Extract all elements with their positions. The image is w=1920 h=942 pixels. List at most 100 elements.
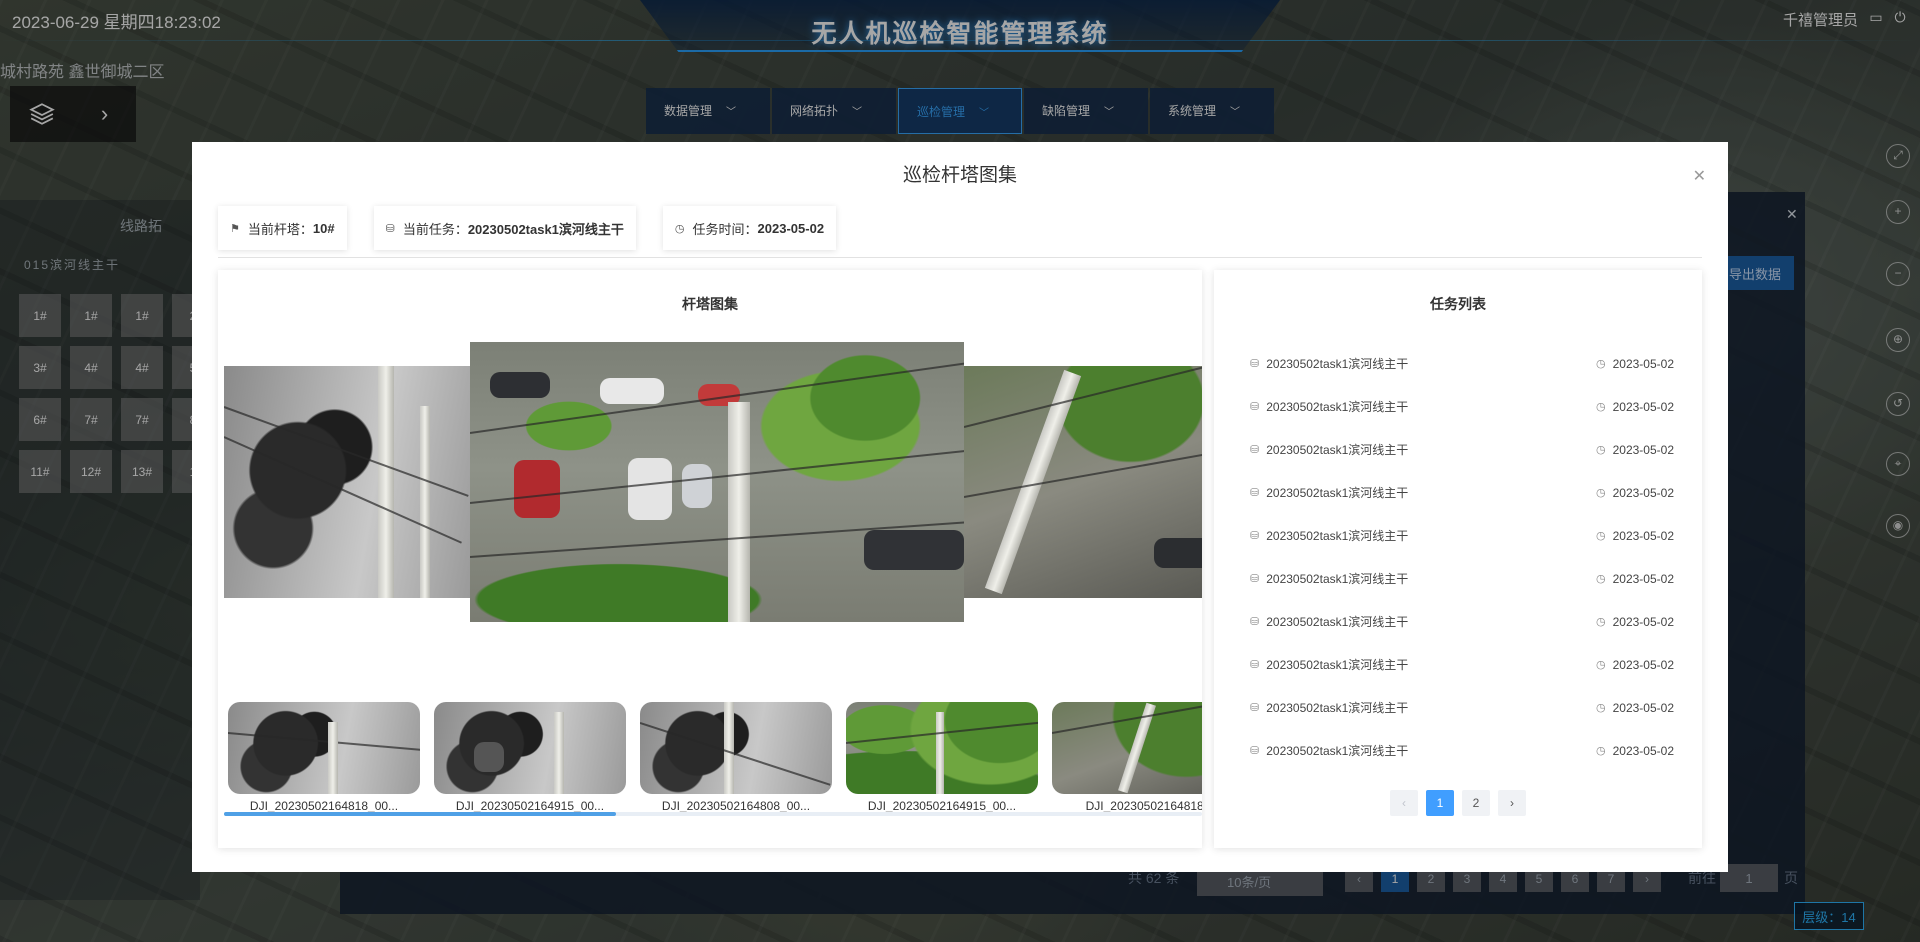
database-icon: ⛁ bbox=[1250, 745, 1260, 757]
task-date: 2023-05-02 bbox=[1612, 700, 1674, 715]
task-name: 20230502task1滨河线主干 bbox=[1266, 400, 1409, 414]
task-row[interactable]: ⛁ 20230502task1滨河线主干 ◷ 2023-05-02 bbox=[1250, 385, 1674, 428]
thumbnail-image bbox=[1052, 702, 1202, 794]
info-tags: ⚑ 当前杆塔： 10# ⛁ 当前任务： 20230502task1滨河线主干 ◷ 任… bbox=[218, 206, 863, 250]
gallery-title: 杆塔图集 bbox=[682, 296, 738, 312]
database-icon: ⛁ bbox=[1250, 530, 1260, 542]
thumbnail-label: DJI_20230502164915_00... bbox=[455, 799, 605, 813]
thumbnail[interactable]: DJI_20230502164818_ bbox=[1052, 702, 1202, 813]
task-row[interactable]: ⛁ 20230502task1滨河线主干 ◷ 2023-05-02 bbox=[1250, 686, 1674, 729]
wire-shape bbox=[640, 722, 831, 786]
task-row[interactable]: ⛁ 20230502task1滨河线主干 ◷ 2023-05-02 bbox=[1250, 514, 1674, 557]
database-icon: ⛁ bbox=[1250, 487, 1260, 499]
task-name: 20230502task1滨河线主干 bbox=[1266, 357, 1409, 371]
car-shape bbox=[474, 742, 504, 772]
tag-value: 2023-05-02 bbox=[757, 220, 825, 236]
next-page-button[interactable]: › bbox=[1498, 790, 1526, 816]
divider bbox=[218, 257, 1702, 258]
thumbnail-image bbox=[640, 702, 832, 794]
task-row[interactable]: ⛁ 20230502task1滨河线主干 ◷ 2023-05-02 bbox=[1250, 600, 1674, 643]
clock-icon: ◷ bbox=[1596, 702, 1606, 714]
wire-shape bbox=[964, 366, 1202, 428]
scrollbar-thumb[interactable] bbox=[224, 812, 616, 816]
database-icon: ⛁ bbox=[1250, 573, 1260, 585]
task-name: 20230502task1滨河线主干 bbox=[1266, 529, 1409, 543]
database-icon: ⛁ bbox=[1250, 401, 1260, 413]
page-button[interactable]: 2 bbox=[1462, 790, 1490, 816]
clock-icon: ◷ bbox=[1596, 573, 1606, 585]
task-name: 20230502task1滨河线主干 bbox=[1266, 443, 1409, 457]
database-icon: ⛁ bbox=[1250, 444, 1260, 456]
pole-shape bbox=[328, 722, 338, 794]
carousel-prev-image[interactable] bbox=[224, 366, 470, 598]
task-row[interactable]: ⛁ 20230502task1滨河线主干 ◷ 2023-05-02 bbox=[1250, 557, 1674, 600]
car-shape bbox=[514, 460, 560, 518]
wire-shape bbox=[228, 732, 420, 752]
task-row[interactable]: ⛁ 20230502task1滨河线主干 ◷ 2023-05-02 bbox=[1250, 729, 1674, 772]
tower-gallery-modal: 巡检杆塔图集 ✕ ⚑ 当前杆塔： 10# ⛁ 当前任务： 20230502task1… bbox=[192, 142, 1728, 872]
task-row[interactable]: ⛁ 20230502task1滨河线主干 ◷ 2023-05-02 bbox=[1250, 643, 1674, 686]
clock-icon: ◷ bbox=[1596, 487, 1606, 499]
pole-shape bbox=[378, 366, 394, 598]
car-shape bbox=[600, 378, 664, 404]
car-shape bbox=[628, 458, 672, 520]
thumbnail-label: DJI_20230502164808_00... bbox=[661, 799, 811, 813]
thumbnail[interactable]: DJI_20230502164915_00... bbox=[434, 702, 626, 813]
task-date: 2023-05-02 bbox=[1612, 571, 1674, 586]
task-date: 2023-05-02 bbox=[1612, 614, 1674, 629]
clock-icon: ◷ bbox=[1596, 530, 1606, 542]
thumbnail[interactable]: DJI_20230502164818_00... bbox=[228, 702, 420, 813]
task-list: ⛁ 20230502task1滨河线主干 ◷ 2023-05-02 ⛁ 20230502… bbox=[1250, 342, 1674, 772]
thumbnail-image bbox=[846, 702, 1038, 794]
thumbnail[interactable]: DJI_20230502164808_00... bbox=[640, 702, 832, 813]
page-button[interactable]: 1 bbox=[1426, 790, 1454, 816]
clock-icon: ◷ bbox=[1596, 616, 1606, 628]
car-shape bbox=[1154, 538, 1202, 568]
car-shape bbox=[490, 372, 550, 398]
clock-icon: ◷ bbox=[1596, 659, 1606, 671]
task-name: 20230502task1滨河线主干 bbox=[1266, 486, 1409, 500]
thumbnail-image bbox=[228, 702, 420, 794]
clock-icon: ◷ bbox=[1596, 401, 1606, 413]
wire-shape bbox=[1052, 702, 1202, 734]
tag-value: 20230502task1滨河线主干 bbox=[467, 221, 624, 237]
task-name: 20230502task1滨河线主干 bbox=[1266, 701, 1409, 715]
carousel-current-image[interactable] bbox=[470, 342, 964, 622]
wire-shape bbox=[964, 450, 1202, 498]
task-list-title: 任务列表 bbox=[1430, 296, 1486, 312]
thumbnail[interactable]: DJI_20230502164915_00... bbox=[846, 702, 1038, 813]
pole-shape bbox=[554, 712, 564, 794]
database-icon: ⛁ bbox=[1250, 358, 1260, 370]
task-name: 20230502task1滨河线主干 bbox=[1266, 615, 1409, 629]
pole-shape bbox=[728, 402, 750, 622]
tag-value: 10# bbox=[312, 220, 335, 236]
modal-title: 巡检杆塔图集 bbox=[902, 165, 1017, 186]
current-task-tag: ⛁ 当前任务： 20230502task1滨河线主干 bbox=[373, 206, 636, 250]
pole-shape bbox=[936, 712, 944, 794]
close-icon[interactable]: ✕ bbox=[1693, 166, 1706, 186]
tag-label: 当前任务： bbox=[402, 221, 468, 237]
task-list-card: 任务列表 ⛁ 20230502task1滨河线主干 ◷ 2023-05-02 ⛁ 202… bbox=[1214, 270, 1702, 848]
pole-shape bbox=[420, 406, 430, 598]
thumbnail-scrollbar[interactable] bbox=[224, 812, 1202, 816]
task-date: 2023-05-02 bbox=[1612, 743, 1674, 758]
task-row[interactable]: ⛁ 20230502task1滨河线主干 ◷ 2023-05-02 bbox=[1250, 428, 1674, 471]
current-tower-tag: ⚑ 当前杆塔： 10# bbox=[218, 206, 347, 250]
tower-gallery-card: 杆塔图集 DJI_20230502164818_00... DJI_202305… bbox=[218, 270, 1202, 848]
prev-page-button[interactable]: ‹ bbox=[1390, 790, 1418, 816]
carousel-next-image[interactable] bbox=[964, 366, 1202, 598]
task-date: 2023-05-02 bbox=[1612, 399, 1674, 414]
task-time-tag: ◷ 任务时间： 2023-05-02 bbox=[662, 206, 837, 250]
thumbnail-strip: DJI_20230502164818_00... DJI_20230502164… bbox=[228, 702, 1202, 813]
task-row[interactable]: ⛁ 20230502task1滨河线主干 ◷ 2023-05-02 bbox=[1250, 471, 1674, 514]
pole-shape bbox=[724, 702, 734, 794]
task-row[interactable]: ⛁ 20230502task1滨河线主干 ◷ 2023-05-02 bbox=[1250, 342, 1674, 385]
clock-icon: ◷ bbox=[1596, 444, 1606, 456]
database-icon: ⛁ bbox=[1250, 659, 1260, 671]
task-date: 2023-05-02 bbox=[1612, 485, 1674, 500]
database-icon: ⛁ bbox=[385, 222, 395, 235]
car-shape bbox=[864, 530, 964, 570]
clock-icon: ◷ bbox=[1596, 358, 1606, 370]
clock-icon: ◷ bbox=[674, 222, 685, 235]
tag-label: 当前杆塔： bbox=[247, 221, 313, 237]
